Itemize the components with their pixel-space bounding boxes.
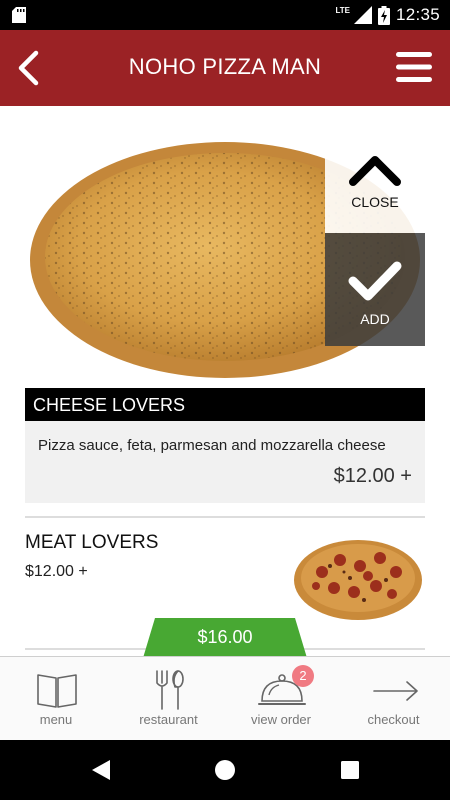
item-details: Pizza sauce, feta, parmesan and mozzarel… (25, 421, 425, 503)
chevron-up-icon (349, 156, 401, 186)
back-triangle-icon[interactable] (90, 758, 112, 782)
nav-menu-label: menu (39, 712, 73, 727)
nav-menu[interactable]: menu (0, 657, 112, 741)
list-item-name[interactable]: MEAT LOVERS (25, 532, 158, 554)
divider (25, 516, 425, 518)
hamburger-menu-icon[interactable] (396, 50, 432, 84)
signal-icon (353, 6, 372, 24)
meat-pizza-image[interactable] (292, 536, 424, 622)
bottom-nav: menu restaurant 2 view order checkout (0, 656, 450, 740)
network-type-label: LTE (335, 5, 350, 15)
add-label: ADD (360, 311, 390, 327)
nav-restaurant-label: restaurant (139, 712, 198, 727)
order-total-tab[interactable]: $16.00 (143, 618, 307, 658)
order-count-badge: 2 (292, 665, 314, 687)
item-name: CHEESE LOVERS (25, 388, 425, 421)
fork-knife-icon (156, 670, 184, 710)
checkmark-icon (348, 261, 402, 301)
nav-checkout[interactable]: checkout (337, 657, 450, 741)
battery-icon (377, 5, 390, 25)
recents-square-icon[interactable] (340, 758, 360, 782)
nav-restaurant[interactable]: restaurant (112, 657, 225, 741)
add-button[interactable]: ADD (325, 233, 425, 346)
close-label: CLOSE (351, 194, 399, 210)
clock: 12:35 (395, 5, 440, 24)
app-screen: LTE 12:35 NOHO PIZZA MAN CLOSE ADD CHEES… (0, 0, 450, 800)
system-nav-bar (0, 740, 450, 800)
list-item-price: $12.00 + (25, 563, 88, 580)
nav-view-order[interactable]: 2 view order (225, 657, 337, 741)
item-description: Pizza sauce, feta, parmesan and mozzarel… (38, 437, 386, 454)
app-header: NOHO PIZZA MAN (0, 30, 450, 106)
arrow-right-icon (373, 681, 418, 701)
nav-checkout-label: checkout (367, 712, 420, 727)
nav-view-order-label: view order (251, 712, 311, 727)
sd-card-icon (12, 7, 26, 23)
status-bar: LTE 12:35 (0, 0, 450, 30)
order-total: $16.00 (197, 627, 253, 647)
item-price: $12.00 + (333, 465, 412, 487)
page-title: NOHO PIZZA MAN (128, 54, 322, 79)
home-circle-icon[interactable] (214, 758, 236, 782)
close-button[interactable]: CLOSE (325, 130, 425, 233)
book-icon (37, 674, 77, 708)
